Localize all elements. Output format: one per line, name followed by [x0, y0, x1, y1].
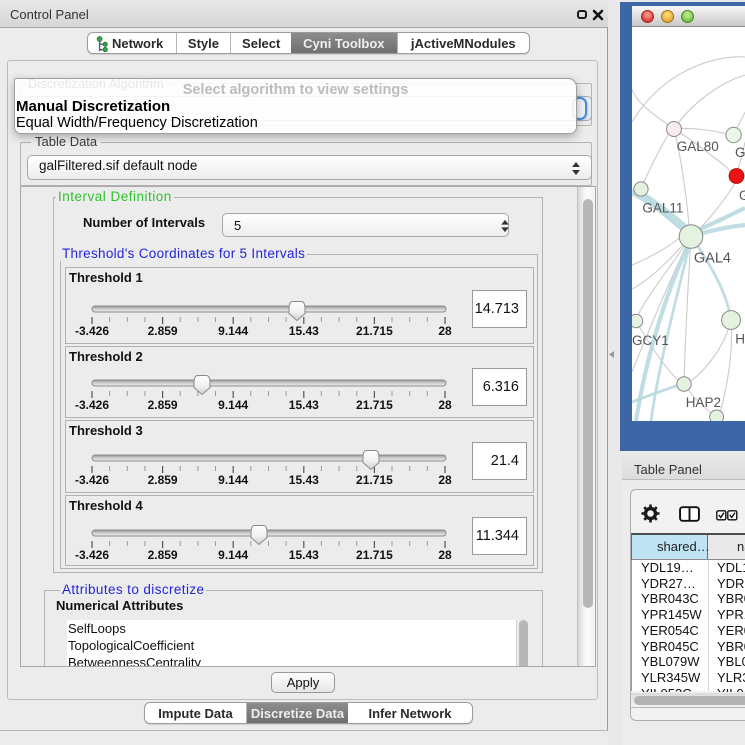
svg-text:15.43: 15.43 — [289, 548, 319, 562]
svg-text:-3.426: -3.426 — [75, 548, 109, 562]
svg-text:21.715: 21.715 — [356, 398, 393, 412]
svg-text:15.43: 15.43 — [289, 398, 319, 412]
svg-text:HIS7: HIS7 — [735, 332, 745, 347]
svg-text:2.859: 2.859 — [148, 548, 178, 562]
svg-text:28: 28 — [438, 548, 452, 562]
svg-text:-3.426: -3.426 — [75, 324, 109, 338]
svg-text:2.859: 2.859 — [148, 324, 178, 338]
svg-text:G: G — [739, 188, 745, 203]
svg-text:GAL2: GAL2 — [735, 145, 745, 160]
svg-text:21.715: 21.715 — [356, 324, 393, 338]
svg-text:9.144: 9.144 — [218, 324, 248, 338]
svg-text:-3.426: -3.426 — [75, 398, 109, 412]
svg-text:HAP2: HAP2 — [686, 395, 721, 410]
svg-text:9.144: 9.144 — [218, 548, 248, 562]
svg-text:9.144: 9.144 — [218, 473, 248, 487]
svg-text:GAL80: GAL80 — [677, 139, 719, 154]
svg-text:21.715: 21.715 — [356, 473, 393, 487]
svg-text:GAL11: GAL11 — [642, 201, 683, 216]
svg-text:28: 28 — [438, 473, 452, 487]
svg-text:2.859: 2.859 — [148, 398, 178, 412]
svg-text:GCY1: GCY1 — [632, 333, 669, 348]
svg-text:15.43: 15.43 — [289, 473, 319, 487]
svg-text:28: 28 — [438, 324, 452, 338]
svg-text:2.859: 2.859 — [148, 473, 178, 487]
svg-text:-3.426: -3.426 — [75, 473, 109, 487]
svg-text:15.43: 15.43 — [289, 324, 319, 338]
svg-text:28: 28 — [438, 398, 452, 412]
svg-text:9.144: 9.144 — [218, 398, 248, 412]
svg-text:GAL4: GAL4 — [694, 251, 731, 267]
svg-text:21.715: 21.715 — [356, 548, 393, 562]
